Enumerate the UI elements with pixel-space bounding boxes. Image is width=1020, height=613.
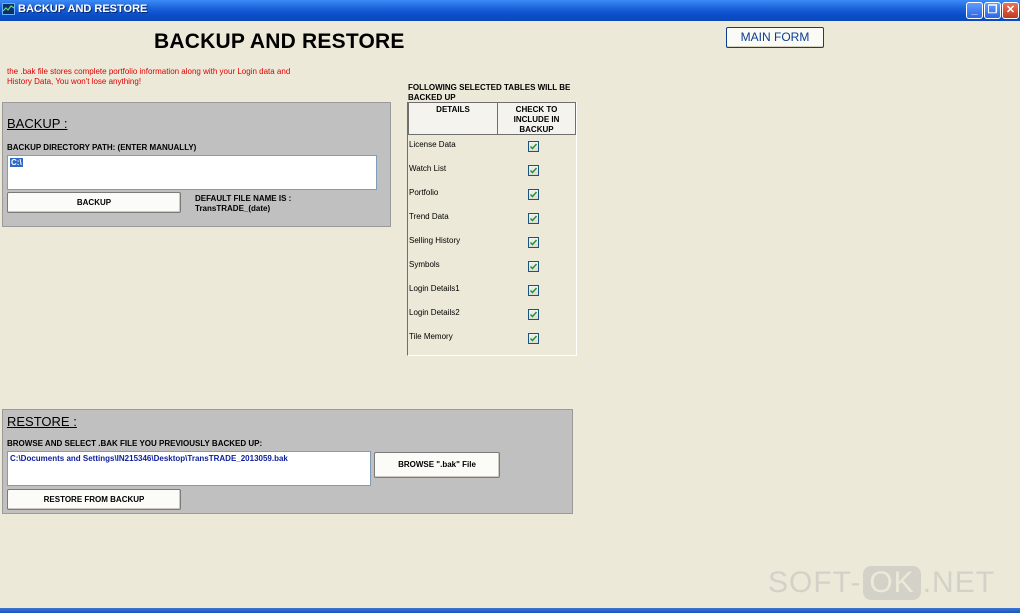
include-checkbox[interactable] bbox=[528, 309, 539, 320]
include-checkbox[interactable] bbox=[528, 285, 539, 296]
table-row: License Data bbox=[408, 135, 576, 159]
restore-panel: RESTORE : BROWSE AND SELECT .BAK FILE YO… bbox=[2, 409, 573, 514]
row-label: Symbols bbox=[409, 260, 440, 269]
table-row: Trend Data bbox=[408, 207, 576, 231]
backup-panel: BACKUP : BACKUP DIRECTORY PATH: (ENTER M… bbox=[2, 102, 391, 227]
watermark-part1: SOFT- bbox=[768, 566, 862, 599]
watermark-ok-badge: OK bbox=[863, 566, 921, 600]
row-label: Login Details2 bbox=[409, 308, 460, 317]
restore-icon[interactable]: ❐ bbox=[984, 2, 1001, 19]
row-label: Trend Data bbox=[409, 212, 449, 221]
tables-grid: DETAILS CHECK TO INCLUDE IN BACKUP Licen… bbox=[407, 102, 577, 356]
default-file-name: DEFAULT FILE NAME IS : TransTRADE_(date) bbox=[195, 194, 291, 214]
row-label: Login Details1 bbox=[409, 284, 460, 293]
page-title: BACKUP AND RESTORE bbox=[154, 30, 405, 53]
include-checkbox[interactable] bbox=[528, 237, 539, 248]
include-checkbox[interactable] bbox=[528, 189, 539, 200]
row-label: License Data bbox=[409, 140, 456, 149]
restore-from-backup-button[interactable]: RESTORE FROM BACKUP bbox=[7, 489, 181, 510]
default-name-label: DEFAULT FILE NAME IS : bbox=[195, 194, 292, 203]
row-label: Watch List bbox=[409, 164, 447, 173]
window-title: BACKUP AND RESTORE bbox=[18, 3, 148, 15]
main-form-button[interactable]: MAIN FORM bbox=[726, 27, 824, 48]
default-name-value: TransTRADE_(date) bbox=[195, 204, 271, 213]
include-column-header: CHECK TO INCLUDE IN BACKUP bbox=[497, 102, 576, 135]
backup-button[interactable]: BACKUP bbox=[7, 192, 181, 213]
info-note: the .bak file stores complete portfolio … bbox=[7, 67, 291, 86]
row-label: Tile Memory bbox=[409, 332, 453, 341]
table-row: Portfolio bbox=[408, 183, 576, 207]
restore-path-input[interactable]: C:\Documents and Settings\IN215346\Deskt… bbox=[7, 451, 371, 486]
table-row: Login Details1 bbox=[408, 279, 576, 303]
row-label: Selling History bbox=[409, 236, 461, 245]
include-checkbox[interactable] bbox=[528, 165, 539, 176]
restore-heading: RESTORE : bbox=[7, 414, 77, 429]
taskbar-edge bbox=[0, 608, 1020, 613]
row-label: Portfolio bbox=[409, 188, 439, 197]
watermark: SOFT- OK .NET bbox=[768, 566, 995, 600]
browse-bak-button[interactable]: BROWSE ".bak" File bbox=[374, 452, 500, 478]
title-bar: BACKUP AND RESTORE _ ❐ ✕ bbox=[0, 0, 1020, 21]
include-checkbox[interactable] bbox=[528, 141, 539, 152]
backup-heading: BACKUP : bbox=[7, 116, 68, 131]
watermark-part3: .NET bbox=[922, 566, 996, 599]
include-checkbox[interactable] bbox=[528, 261, 539, 272]
table-row: Selling History bbox=[408, 231, 576, 255]
tables-heading: FOLLOWING SELECTED TABLES WILL BE BACKED… bbox=[408, 83, 571, 102]
close-icon[interactable]: ✕ bbox=[1002, 2, 1019, 19]
table-row: Watch List bbox=[408, 159, 576, 183]
app-chart-icon bbox=[2, 3, 15, 15]
include-checkbox[interactable] bbox=[528, 333, 539, 344]
restore-browse-label: BROWSE AND SELECT .BAK FILE YOU PREVIOUS… bbox=[7, 439, 263, 448]
table-row: Symbols bbox=[408, 255, 576, 279]
backup-path-label: BACKUP DIRECTORY PATH: (ENTER MANUALLY) bbox=[7, 143, 197, 152]
backup-path-input[interactable]: C:\ bbox=[7, 155, 377, 190]
table-row: Login Details2 bbox=[408, 303, 576, 327]
table-row: Tile Memory bbox=[408, 327, 576, 351]
include-checkbox[interactable] bbox=[528, 213, 539, 224]
details-column-header: DETAILS bbox=[408, 102, 498, 135]
backup-path-value: C:\ bbox=[10, 158, 23, 167]
minimize-icon[interactable]: _ bbox=[966, 2, 983, 19]
